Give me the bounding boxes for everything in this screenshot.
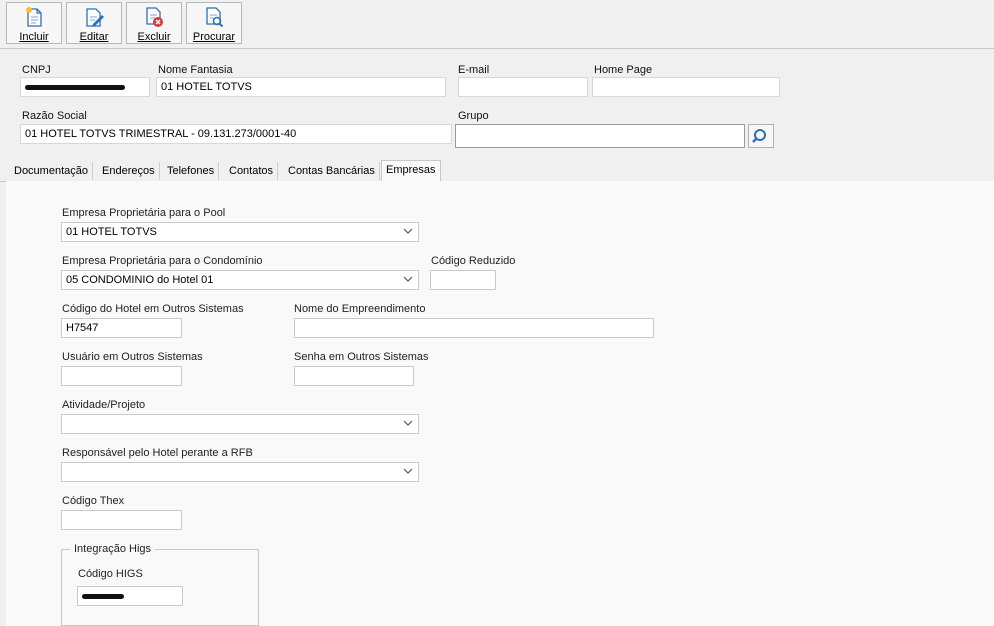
condominio-value: 05 CONDOMINIO do Hotel 01	[66, 274, 214, 286]
delete-document-icon	[146, 7, 163, 27]
excluir-label: Excluir	[137, 31, 171, 43]
razao-social-label: Razão Social	[22, 110, 87, 122]
toolbar: Incluir Editar Excluir Procurar	[0, 0, 994, 49]
search-document-icon	[206, 7, 224, 28]
incluir-button[interactable]: Incluir	[6, 2, 62, 44]
responsavel-label: Responsável pelo Hotel perante a RFB	[62, 447, 253, 459]
chevron-down-icon	[403, 276, 413, 282]
codigo-hotel-field[interactable]: H7547	[61, 318, 182, 338]
cnpj-label: CNPJ	[22, 64, 51, 76]
chevron-down-icon	[403, 228, 413, 234]
responsavel-dropdown[interactable]	[61, 462, 419, 482]
email-label: E-mail	[458, 64, 490, 76]
procurar-button[interactable]: Procurar	[186, 2, 242, 44]
codigo-thex-label: Código Thex	[62, 495, 125, 507]
redacted-value	[82, 593, 124, 599]
tab-contatos[interactable]: Contatos	[225, 162, 279, 180]
nome-fantasia-label: Nome Fantasia	[158, 64, 233, 76]
tab-empresas[interactable]: Empresas	[381, 160, 441, 182]
pool-label: Empresa Proprietária para o Pool	[62, 207, 226, 219]
nome-empreendimento-field[interactable]	[294, 318, 654, 338]
condominio-label: Empresa Proprietária para o Condomínio	[62, 255, 263, 267]
grupo-search-button[interactable]	[748, 124, 774, 148]
usuario-label: Usuário em Outros Sistemas	[62, 351, 203, 363]
codigo-thex-field[interactable]	[61, 510, 182, 530]
codigo-reduzido-label: Código Reduzido	[431, 255, 516, 267]
editar-button[interactable]: Editar	[66, 2, 122, 44]
codigo-higs-field[interactable]	[77, 586, 183, 606]
email-field[interactable]	[458, 77, 588, 97]
codigo-higs-label: Código HIGS	[78, 568, 143, 580]
atividade-dropdown[interactable]	[61, 414, 419, 434]
nome-empreendimento-label: Nome do Empreendimento	[294, 303, 426, 315]
pool-dropdown[interactable]: 01 HOTEL TOTVS	[61, 222, 419, 242]
home-page-field[interactable]	[592, 77, 780, 97]
procurar-label: Procurar	[192, 31, 236, 43]
condominio-dropdown[interactable]: 05 CONDOMINIO do Hotel 01	[61, 270, 419, 290]
razao-social-field[interactable]: 01 HOTEL TOTVS TRIMESTRAL - 09.131.273/0…	[20, 124, 452, 144]
tab-enderecos[interactable]: Endereços	[98, 162, 160, 180]
senha-field[interactable]	[294, 366, 414, 386]
editar-label: Editar	[79, 31, 109, 43]
chevron-down-icon	[403, 468, 413, 474]
new-document-icon	[26, 7, 42, 27]
tab-telefones[interactable]: Telefones	[163, 162, 220, 180]
grupo-label: Grupo	[458, 110, 489, 122]
grupo-field[interactable]	[455, 124, 745, 148]
tab-strip: Documentação Endereços Telefones Contato…	[0, 160, 994, 182]
tab-contas-bancarias[interactable]: Contas Bancárias	[284, 162, 380, 180]
pool-value: 01 HOTEL TOTVS	[66, 226, 157, 238]
home-page-label: Home Page	[594, 64, 653, 76]
atividade-label: Atividade/Projeto	[62, 399, 146, 411]
redacted-value	[25, 84, 125, 90]
senha-label: Senha em Outros Sistemas	[294, 351, 429, 363]
chevron-down-icon	[403, 420, 413, 426]
edit-document-icon	[86, 8, 104, 27]
codigo-hotel-label: Código do Hotel em Outros Sistemas	[62, 303, 244, 315]
cnpj-field[interactable]	[20, 77, 150, 97]
nome-fantasia-field[interactable]: 01 HOTEL TOTVS	[156, 77, 446, 97]
codigo-reduzido-field[interactable]	[430, 270, 496, 290]
empresas-panel: Empresa Proprietária para o Pool 01 HOTE…	[6, 181, 994, 626]
excluir-button[interactable]: Excluir	[126, 2, 182, 44]
search-icon	[752, 129, 766, 143]
tab-documentacao[interactable]: Documentação	[10, 162, 93, 180]
incluir-label: Incluir	[19, 31, 49, 43]
usuario-field[interactable]	[61, 366, 182, 386]
integracao-higs-title: Integração Higs	[70, 543, 156, 555]
